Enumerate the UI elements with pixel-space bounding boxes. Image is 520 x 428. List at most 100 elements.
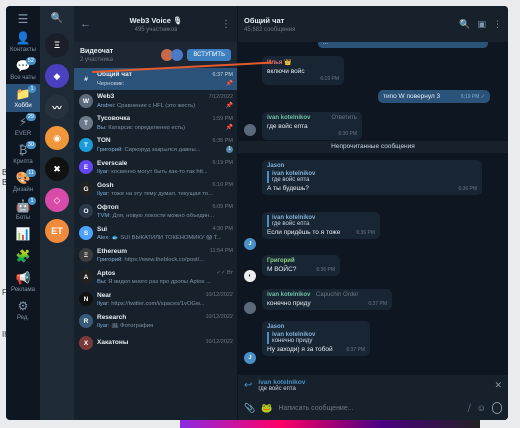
message-outgoing[interactable]: типо W повернул 3 6:19 PM ✓ [378,90,490,103]
channel-avatar[interactable]: ◉ [45,126,69,150]
folder-Контакты[interactable]: 👤 Контакты [6,28,40,56]
message[interactable]: Jason ivan kotelnikov конечно приду Ну з… [262,321,370,356]
preview-sender: Григорий: [97,146,123,153]
folder-Ред.[interactable]: ⚙ Ред. [6,296,40,324]
folder-Хобби[interactable]: 📁 Хобби 1 [6,84,40,112]
folder-Крипта[interactable]: ₿ Крипта 30 [6,140,40,168]
chat-item[interactable]: W Web3 7/12/2022 Andrei: Сравнение с HFL (э… [74,90,237,112]
emoji-icon[interactable]: ☺ [477,403,486,413]
channel-avatar[interactable]: ◆ [45,64,69,88]
sidebar-toggle-icon[interactable]: ▣ [477,19,486,30]
chat-row: TVM: Для, новую локости можно объедин... [97,213,233,219]
folder-Реклама[interactable]: 📢 Реклама [6,268,40,296]
folder-EVER[interactable]: ⚡ EVER 29 [6,112,40,140]
chat-body: Web3 7/12/2022 Andrei: Сравнение с HFL (эт… [97,93,233,109]
message[interactable]: ivan kotelnikov где войс епта Если придё… [262,212,380,239]
chat-row: Gosh 6:10 PM [97,182,233,189]
avatar[interactable]: ◐ [244,270,256,282]
message[interactable]: Jason ivan kotelnikov где войс епта А ты… [262,160,482,195]
conversation-title: Общий чат [244,15,285,25]
avatar[interactable] [244,302,256,314]
message[interactable]: Илья 👑 включи войс 6:19 PM [262,56,344,85]
strip-list: Ξ ◆ 〰 ◉ ✖ ◇ ET [45,31,69,245]
chat-preview: Григорий: Сиркоруд закрылся давны... [97,147,201,153]
chat-body: Общий чат 6:37 PM Черновик: 📌 [97,71,233,87]
folder-icon[interactable]: 🧩 [6,246,40,268]
channel-avatar[interactable]: ET [45,219,69,243]
chat-item[interactable]: Х Хакатоны 10/12/2022 [74,332,237,354]
chat-item[interactable]: E Everscale 6:19 PM Ilyar: косвенно могут б… [74,156,237,178]
chat-item[interactable]: G Gosh 6:10 PM Ilyar: тоже на эту тему дума… [74,178,237,200]
preview-text: Для, новую локости можно объедин... [112,212,215,219]
message[interactable]: ivan kotelnikov Capuchin Order конечно п… [262,289,392,310]
preview-text: тоже на эту тему думал. текущая то... [111,190,213,197]
chat-item[interactable]: A Aptos ✓✓ Вт Вы: Я видел много раз про дро… [74,266,237,288]
message-time: 6:30 PM [338,131,357,137]
message-text: конечно приду [267,300,311,307]
folder-Боты[interactable]: 🤖 Боты 1 [6,196,40,224]
chat-item[interactable]: R Research 10/12/2022 Ilyar: 🖼 Фотография [74,310,237,332]
avatar[interactable] [244,124,256,136]
reply-label[interactable]: Ответить [331,115,357,121]
message-text: включи войс [267,68,305,75]
chat-item[interactable]: T Тусовочка 1:59 PM Вы: Катарсис определенн… [74,112,237,134]
commands-icon[interactable]: ⧸ [468,403,471,414]
unread-divider: Непрочитанные сообщения [238,141,508,153]
chat-preview: Вы: Катарсис определенно есть) [97,125,185,131]
preview-text: Я видел много раз про дропы Aptos ... [108,278,211,285]
back-arrow-icon[interactable]: ← [80,18,91,30]
reply-quote[interactable]: ivan kotelnikov конечно приду [267,332,365,344]
microphone-icon[interactable] [492,402,502,414]
channel-avatar[interactable]: ◇ [45,188,69,212]
search-icon[interactable]: 🔍 [51,10,63,28]
chat-time: 4:30 PM [212,226,233,232]
message-time: 6:36 PM [356,230,375,236]
chat-item[interactable]: О Офтоп 6:09 PM TVM: Для, новую локости мож… [74,200,237,222]
reply-name: ivan kotelnikov [258,379,306,386]
reply-arrow-icon: ↩ [244,380,253,391]
channel-avatar[interactable]: 〰 [45,95,69,119]
sticker-avatar-icon[interactable]: 🐸 [261,403,272,414]
message-row: конечно приду 6:37 PM [267,300,387,307]
message[interactable]: Григорий М ВОЙС? 6:36 PM [262,255,340,276]
menu-icon[interactable]: ☰ [18,12,29,26]
chat-preview: Alex: 🐟 SUI ВЫКАТИЛИ ТОКЕНОМИКУ 😱 Т... [97,235,222,241]
sender-name: Jason [267,324,285,330]
preview-text: Черновик: [97,80,125,87]
quote-text: конечно приду [272,338,313,344]
reply-quote[interactable]: ivan kotelnikov где войс епта [267,215,375,227]
preview-sender: Alex: [97,234,110,241]
folder-icon[interactable]: 📊 [6,224,40,246]
channel-avatar[interactable]: ✖ [45,157,69,181]
attach-icon[interactable]: 📎 [244,403,255,414]
unread-badge: 30 [25,141,36,149]
chat-body: Тусовочка 1:59 PM Вы: Катарсис определенно… [97,115,233,131]
message-input[interactable]: Написать сообщение... [278,405,461,412]
folder-Дизайн[interactable]: 🎨 Дизайн 11 [6,168,40,196]
reply-preview[interactable]: ivan kotelnikov где войс епта [258,379,488,392]
telegram-window: ☰ 👤 Контакты 💬 Все чаты 52 📁 Хобби 1 ⚡ EVER 29 ₿ Кри… [6,6,508,420]
conversation-title-block[interactable]: Общий чат 45,682 сообщения [244,16,452,33]
chat-item[interactable]: S Sui 4:30 PM Alex: 🐟 SUI ВЫКАТИЛИ ТОКЕНОМИ… [74,222,237,244]
quote-text: где войс епта [272,177,310,183]
chat-item[interactable]: N Near 10/12/2022 Ilyar: https://twitter.co… [74,288,237,310]
reply-quote[interactable]: ivan kotelnikov где войс епта [267,171,477,183]
channel-avatar[interactable]: Ξ [45,33,69,57]
chat-body: Everscale 6:19 PM Ilyar: косвенно могут бы… [97,160,233,175]
folder-Все чаты[interactable]: 💬 Все чаты 52 [6,56,40,84]
search-icon[interactable]: 🔍 [459,19,470,30]
chat-time: 7/12/2022 [208,93,233,100]
pin-icon: 📌 [225,81,233,87]
avatar[interactable]: J [244,238,256,250]
more-icon[interactable]: ⋮ [493,19,502,30]
avatar[interactable]: J [244,352,256,364]
videochat-text: Видеочат 2 участника [80,48,157,63]
chat-item[interactable]: T TON 6:35 PM Григорий: Сиркоруд закрылся д… [74,134,237,156]
close-icon[interactable]: ✕ [494,380,502,391]
preview-text: Катарсис определенно есть) [108,124,186,131]
join-videochat-button[interactable]: ВСТУПИТЬ [187,49,231,61]
chat-item[interactable]: Ξ Ethereum 11:54 PM Григорий: https://www.t… [74,244,237,266]
message[interactable]: ivan kotelnikov Ответить где войс епта 6… [262,112,362,140]
more-icon[interactable]: ⋮ [221,19,231,30]
chat-row: Andrei: Сравнение с HFL (это жесть) 📌 [97,102,233,110]
